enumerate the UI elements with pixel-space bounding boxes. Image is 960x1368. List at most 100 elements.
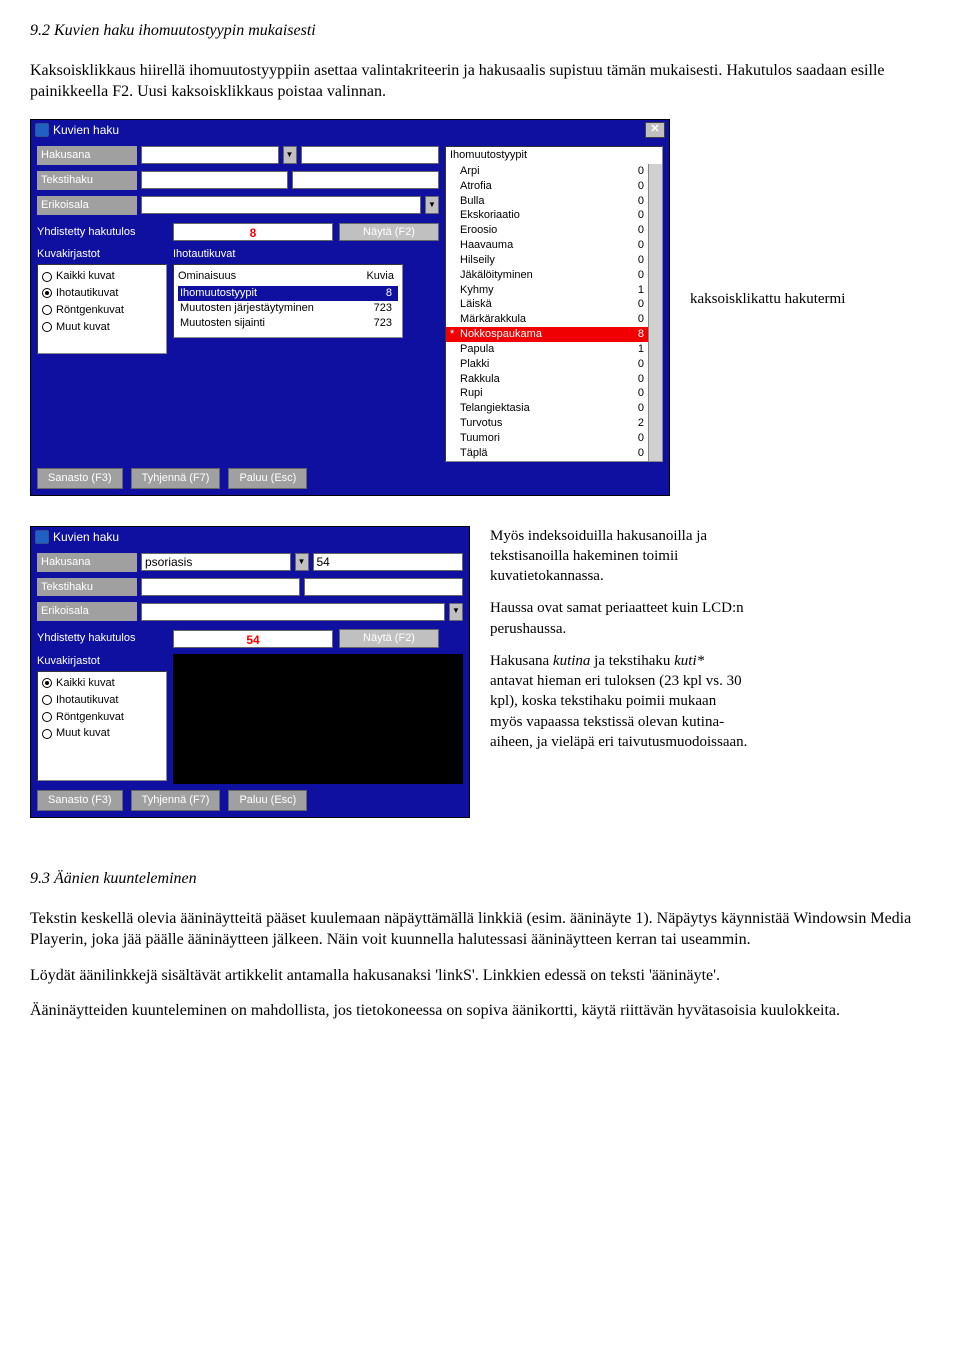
radio-ihotautikuvat[interactable]: Ihotautikuvat bbox=[42, 286, 162, 301]
list-item[interactable]: Kyhmy1 bbox=[446, 283, 648, 298]
list-item[interactable]: Läiskä0 bbox=[446, 297, 648, 312]
panel-ihotautikuvat: Ominaisuus Kuvia Ihomuutostyypit8Muutost… bbox=[173, 264, 403, 337]
list-item[interactable]: Atrofia0 bbox=[446, 179, 648, 194]
anno2-p3: Hakusana kutina ja tekstihaku kuti* anta… bbox=[490, 651, 750, 752]
app-window-1: Kuvien haku ✕ Hakusana ▼ Tekstihaku Erik… bbox=[30, 119, 670, 496]
tyhjenna-button[interactable]: Tyhjennä (F7) bbox=[131, 468, 221, 489]
radio-kaikki[interactable]: Kaikki kuvat bbox=[42, 269, 162, 284]
nayta-button[interactable]: Näytä (F2) bbox=[339, 223, 439, 242]
list-item[interactable]: Täplä0 bbox=[446, 446, 648, 461]
app-icon-2 bbox=[35, 530, 49, 544]
radio-muut-2[interactable]: Muut kuvat bbox=[42, 726, 162, 741]
radio-muut-label-2: Muut kuvat bbox=[56, 726, 110, 741]
input-hakusana[interactable] bbox=[141, 146, 279, 164]
panel-title-kuvakirjastot-2: Kuvakirjastot bbox=[37, 654, 167, 669]
list-item[interactable]: Plakki0 bbox=[446, 357, 648, 372]
input-hakusana-2[interactable]: psoriasis bbox=[141, 553, 291, 571]
input-erikoisala[interactable] bbox=[141, 196, 421, 214]
col-ominaisuus: Ominaisuus bbox=[178, 269, 348, 284]
window-title: Kuvien haku bbox=[53, 122, 119, 138]
input-erikoisala-2[interactable] bbox=[141, 603, 445, 621]
tyhjenna-button-2[interactable]: Tyhjennä (F7) bbox=[131, 790, 221, 811]
list-item[interactable]: Jäkälöityminen0 bbox=[446, 268, 648, 283]
radio-rontgen-label-2: Röntgenkuvat bbox=[56, 710, 124, 725]
paluu-button-2[interactable]: Paluu (Esc) bbox=[228, 790, 307, 811]
tekstihaku-count bbox=[292, 171, 440, 189]
panel-kuvakirjastot-2: Kaikki kuvat Ihotautikuvat Röntgenkuvat … bbox=[37, 671, 167, 781]
label-hakusana-2: Hakusana bbox=[37, 553, 137, 572]
list-title-text: Ihomuutostyypit bbox=[450, 148, 634, 163]
nayta-button-2[interactable]: Näytä (F2) bbox=[339, 629, 439, 648]
col-kuvia: Kuvia bbox=[348, 269, 398, 284]
table-row[interactable]: Muutosten järjestäytyminen723 bbox=[178, 301, 398, 316]
radio-muut[interactable]: Muut kuvat bbox=[42, 320, 162, 335]
list-item[interactable]: Bulla0 bbox=[446, 194, 648, 209]
dropdown-arrow-icon[interactable]: ▼ bbox=[283, 146, 297, 164]
anno2-p3b: kutina bbox=[553, 653, 591, 669]
section-9-2-p1: Kaksoisklikkaus hiirellä ihomuutostyyppi… bbox=[30, 60, 930, 103]
list-item[interactable]: Telangiektasia0 bbox=[446, 401, 648, 416]
list-item[interactable]: Papula1 bbox=[446, 342, 648, 357]
list-ihomuutostyypit: Ihomuutostyypit Arpi0Atrofia0Bulla0Eksko… bbox=[445, 146, 663, 462]
label-tekstihaku-2: Tekstihaku bbox=[37, 578, 137, 597]
panel-title-ihotautikuvat: Ihotautikuvat bbox=[173, 247, 439, 262]
paluu-button[interactable]: Paluu (Esc) bbox=[228, 468, 307, 489]
radio-rontgen[interactable]: Röntgenkuvat bbox=[42, 303, 162, 318]
anno2-p3e: antavat hieman eri tuloksen (23 kpl vs. … bbox=[490, 673, 747, 750]
label-tekstihaku: Tekstihaku bbox=[37, 171, 137, 190]
hakusana-count bbox=[301, 146, 440, 164]
section-9-2-title: 9.2 Kuvien haku ihomuutostyypin mukaises… bbox=[30, 20, 930, 42]
sanasto-button[interactable]: Sanasto (F3) bbox=[37, 468, 123, 489]
table-row[interactable]: Ihomuutostyypit8 bbox=[178, 286, 398, 301]
list-item[interactable]: Hilseily0 bbox=[446, 253, 648, 268]
list-item[interactable]: *Nokkospaukama8 bbox=[446, 327, 648, 342]
radio-kaikki-2[interactable]: Kaikki kuvat bbox=[42, 676, 162, 691]
titlebar: Kuvien haku ✕ bbox=[31, 120, 669, 140]
panel-kuvakirjastot: Kaikki kuvat Ihotautikuvat Röntgenkuvat … bbox=[37, 264, 167, 354]
app-window-2: Kuvien haku Hakusana psoriasis ▼ 54 Teks… bbox=[30, 526, 470, 818]
radio-muut-label: Muut kuvat bbox=[56, 320, 110, 335]
list-item[interactable]: Turvotus2 bbox=[446, 416, 648, 431]
blank-panel bbox=[173, 654, 463, 784]
list-item[interactable]: Ekskoriaatio0 bbox=[446, 208, 648, 223]
hakusana-count-2: 54 bbox=[313, 553, 464, 571]
tekstihaku-count-2 bbox=[304, 578, 464, 596]
list-item[interactable]: Rakkula0 bbox=[446, 372, 648, 387]
list-item[interactable]: Märkärakkula0 bbox=[446, 312, 648, 327]
input-tekstihaku-2[interactable] bbox=[141, 578, 300, 596]
close-button[interactable]: ✕ bbox=[645, 122, 665, 138]
table-row[interactable]: Muutosten sijainti723 bbox=[178, 316, 398, 331]
section-9-3-p2: Löydät äänilinkkejä sisältävät artikkeli… bbox=[30, 965, 930, 987]
annotation-kaksoisklikattu: kaksoisklikattu hakutermi bbox=[690, 289, 845, 309]
radio-rontgen-2[interactable]: Röntgenkuvat bbox=[42, 710, 162, 725]
dropdown-arrow-icon-4[interactable]: ▼ bbox=[449, 603, 463, 621]
section-9-3-title: 9.3 Äänien kuunteleminen bbox=[30, 868, 930, 890]
titlebar-2: Kuvien haku bbox=[31, 527, 469, 547]
section-9-3-p1: Tekstin keskellä olevia ääninäytteitä pä… bbox=[30, 908, 930, 951]
input-tekstihaku[interactable] bbox=[141, 171, 288, 189]
radio-ihotautikuvat-2[interactable]: Ihotautikuvat bbox=[42, 693, 162, 708]
panel-title-kuvakirjastot: Kuvakirjastot bbox=[37, 247, 167, 262]
anno2-p3c: ja tekstihaku bbox=[590, 653, 674, 669]
list-item[interactable]: Haavauma0 bbox=[446, 238, 648, 253]
window-title-2: Kuvien haku bbox=[53, 529, 119, 545]
dropdown-arrow-icon-3[interactable]: ▼ bbox=[295, 553, 309, 571]
sanasto-button-2[interactable]: Sanasto (F3) bbox=[37, 790, 123, 811]
label-yhdistetty: Yhdistetty hakutulos bbox=[37, 225, 167, 240]
scrollbar[interactable] bbox=[648, 164, 662, 461]
list-item[interactable]: Rupi0 bbox=[446, 386, 648, 401]
list-item[interactable]: Tuumori0 bbox=[446, 431, 648, 446]
yhd-value: 8 bbox=[173, 223, 333, 241]
label-erikoisala-2: Erikoisala bbox=[37, 602, 137, 621]
anno2-p2: Haussa ovat samat periaatteet kuin LCD:n… bbox=[490, 598, 750, 639]
anno2-p1: Myös indeksoiduilla hakusanoilla ja teks… bbox=[490, 526, 750, 587]
yhd-value-2: 54 bbox=[173, 630, 333, 648]
dropdown-arrow-icon-2[interactable]: ▼ bbox=[425, 196, 439, 214]
app-icon bbox=[35, 123, 49, 137]
list-item[interactable]: Eroosio0 bbox=[446, 223, 648, 238]
radio-kaikki-label: Kaikki kuvat bbox=[56, 269, 115, 284]
label-yhdistetty-2: Yhdistetty hakutulos bbox=[37, 631, 167, 646]
radio-ihotauti-label: Ihotautikuvat bbox=[56, 286, 118, 301]
list-item[interactable]: Arpi0 bbox=[446, 164, 648, 179]
anno2-p3a: Hakusana bbox=[490, 653, 553, 669]
